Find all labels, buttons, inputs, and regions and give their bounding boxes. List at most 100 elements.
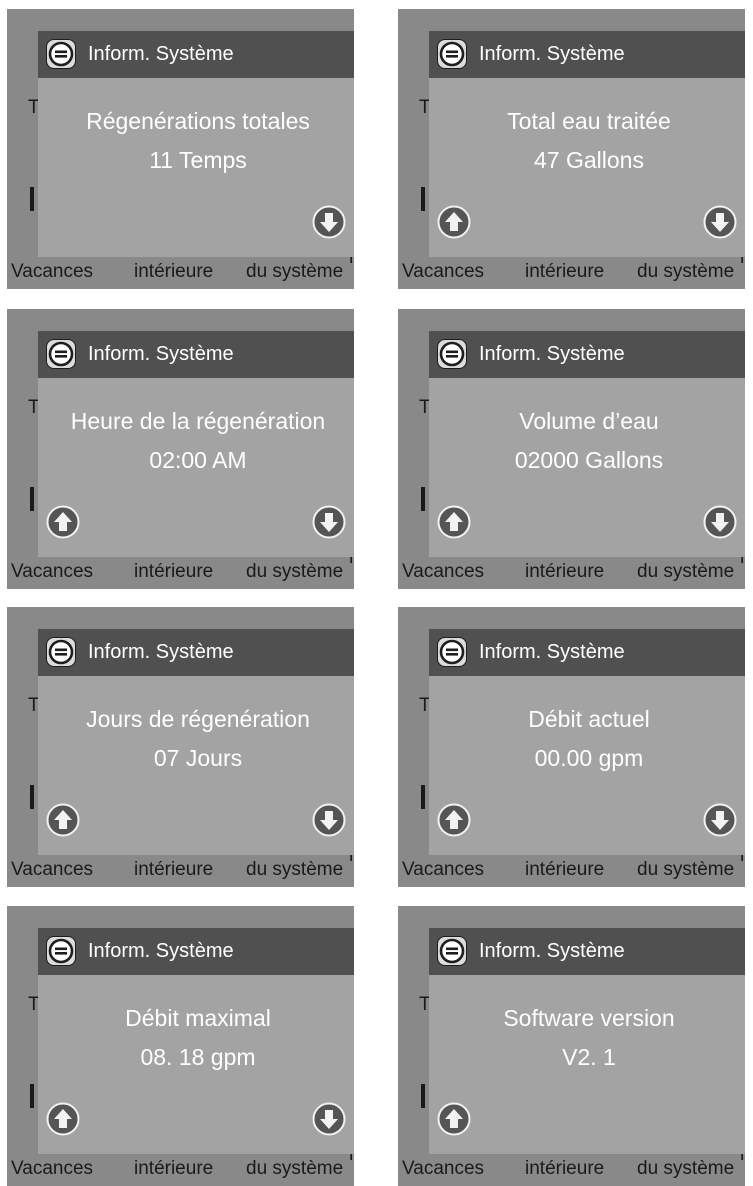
background-divider	[30, 187, 34, 211]
info-value: 08. 18 gpm	[140, 1044, 256, 1070]
info-value: 00.00 gpm	[534, 745, 644, 771]
background-menu-label-vacances: Vacances	[402, 859, 485, 880]
background-menu-label-systeme: du système	[246, 1158, 344, 1179]
speech-bubble-icon	[437, 936, 467, 966]
dialog-header: Inform. Système	[38, 331, 354, 378]
info-dialog: Inform. Système Jours de régenération 07 J…	[38, 629, 354, 855]
speech-bubble-icon	[46, 936, 76, 966]
background-menu-label-interieure: intérieure	[525, 561, 605, 582]
screen-panel: TsnVacancesintérieuredu systèmeInform. S…	[7, 607, 354, 887]
background-menu-label-vacances: Vacances	[11, 561, 94, 582]
background-menu-label-systeme: du système	[637, 1158, 735, 1179]
speech-bubble-icon	[46, 39, 76, 69]
info-value: V2. 1	[562, 1044, 616, 1070]
background-divider	[30, 487, 34, 511]
background-menu-label-vacances: Vacances	[11, 261, 94, 282]
background-menu-label-interieure: intérieure	[525, 1158, 605, 1179]
arrow-up-icon[interactable]	[437, 505, 471, 539]
info-label: Régenérations totales	[86, 108, 310, 134]
dialog-title: Inform. Système	[88, 43, 234, 65]
speech-bubble-icon	[437, 637, 467, 667]
info-value: 11 Temps	[149, 147, 247, 173]
arrow-up-icon[interactable]	[46, 1102, 80, 1136]
background-menu-label-vacances: Vacances	[402, 561, 485, 582]
dialog-header: Inform. Système	[429, 928, 745, 975]
background-divider	[421, 187, 425, 211]
dialog-title: Inform. Système	[479, 641, 625, 663]
info-label: Volume d’eau	[519, 408, 659, 434]
arrow-up-icon[interactable]	[437, 205, 471, 239]
background-menu-label-vacances: Vacances	[11, 859, 94, 880]
dialog-title: Inform. Système	[479, 43, 625, 65]
screen-panel: TsnVacancesintérieuredu systèmeInform. S…	[7, 906, 354, 1186]
info-dialog: Inform. Système Volume d’eau 02000 Gallons	[429, 331, 745, 557]
screen-panel: TsnVacancesintérieuredu systèmeInform. S…	[398, 309, 745, 589]
info-dialog: Inform. Système Software version V2. 1	[429, 928, 745, 1154]
screen-panel: TsnVacancesintérieuredu systèmeInform. S…	[398, 9, 745, 289]
dialog-header: Inform. Système	[38, 629, 354, 676]
dialog-title: Inform. Système	[88, 343, 234, 365]
speech-bubble-icon	[46, 637, 76, 667]
arrow-down-icon[interactable]	[312, 205, 346, 239]
screen-panel: TsnVacancesintérieuredu systèmeInform. S…	[7, 309, 354, 589]
info-dialog: Inform. Système Débit maximal 08. 18 gpm	[38, 928, 354, 1154]
info-dialog: Inform. Système Heure de la régenération 0…	[38, 331, 354, 557]
arrow-up-icon[interactable]	[437, 803, 471, 837]
arrow-down-icon[interactable]	[312, 803, 346, 837]
dialog-header: Inform. Système	[38, 928, 354, 975]
background-menu-label-vacances: Vacances	[402, 261, 485, 282]
speech-bubble-icon	[437, 39, 467, 69]
background-menu-label-systeme: du système	[246, 261, 344, 282]
dialog-header: Inform. Système	[429, 31, 745, 78]
speech-bubble-icon	[46, 339, 76, 369]
background-divider	[421, 1084, 425, 1108]
background-menu-label-interieure: intérieure	[134, 561, 214, 582]
info-label: Débit actuel	[528, 706, 650, 732]
background-menu-label-interieure: intérieure	[525, 261, 605, 282]
background-menu-label-interieure: intérieure	[525, 859, 605, 880]
dialog-header: Inform. Système	[429, 629, 745, 676]
arrow-down-icon[interactable]	[703, 505, 737, 539]
background-menu-label-systeme: du système	[637, 561, 735, 582]
info-label: Heure de la régenération	[70, 408, 326, 434]
arrow-down-icon[interactable]	[312, 1102, 346, 1136]
background-menu-label-interieure: intérieure	[134, 1158, 214, 1179]
arrow-up-icon[interactable]	[46, 803, 80, 837]
dialog-title: Inform. Système	[88, 641, 234, 663]
info-label: Jours de régenération	[86, 706, 310, 732]
info-value: 07 Jours	[153, 745, 243, 771]
background-menu-label-vacances: Vacances	[11, 1158, 94, 1179]
info-label: Débit maximal	[125, 1005, 271, 1031]
background-menu-label-interieure: intérieure	[134, 261, 214, 282]
dialog-title: Inform. Système	[88, 940, 234, 962]
info-label: Software version	[503, 1005, 675, 1031]
dialog-title: Inform. Système	[479, 343, 625, 365]
arrow-down-icon[interactable]	[703, 205, 737, 239]
info-label: Total eau traitée	[507, 108, 671, 134]
arrow-up-icon[interactable]	[437, 1102, 471, 1136]
dialog-header: Inform. Système	[38, 31, 354, 78]
arrow-down-icon[interactable]	[703, 803, 737, 837]
background-divider	[421, 785, 425, 809]
background-divider	[421, 487, 425, 511]
background-menu-label-systeme: du système	[246, 561, 344, 582]
screen-panel: TsnVacancesintérieuredu systèmeInform. S…	[398, 906, 745, 1186]
info-dialog: Inform. Système Total eau traitée 47 Gallo…	[429, 31, 745, 257]
speech-bubble-icon	[437, 339, 467, 369]
background-menu-label-systeme: du système	[637, 859, 735, 880]
dialog-title: Inform. Système	[479, 940, 625, 962]
background-divider	[30, 785, 34, 809]
info-value: 47 Gallons	[534, 147, 644, 173]
background-divider	[30, 1084, 34, 1108]
screen-panel: TsnVacancesintérieuredu systèmeInform. S…	[398, 607, 745, 887]
info-dialog: Inform. Système Débit actuel 00.00 gpm	[429, 629, 745, 855]
info-dialog: Inform. Système Régenérations totales 11 T…	[38, 31, 354, 257]
arrow-up-icon[interactable]	[46, 505, 80, 539]
background-menu-label-systeme: du système	[246, 859, 344, 880]
background-menu-label-vacances: Vacances	[402, 1158, 485, 1179]
screen-panel: TsnVacancesintérieuredu systèmeInform. S…	[7, 9, 354, 289]
dialog-header: Inform. Système	[429, 331, 745, 378]
info-value: 02000 Gallons	[514, 447, 664, 473]
info-value: 02:00 AM	[149, 447, 247, 473]
arrow-down-icon[interactable]	[312, 505, 346, 539]
